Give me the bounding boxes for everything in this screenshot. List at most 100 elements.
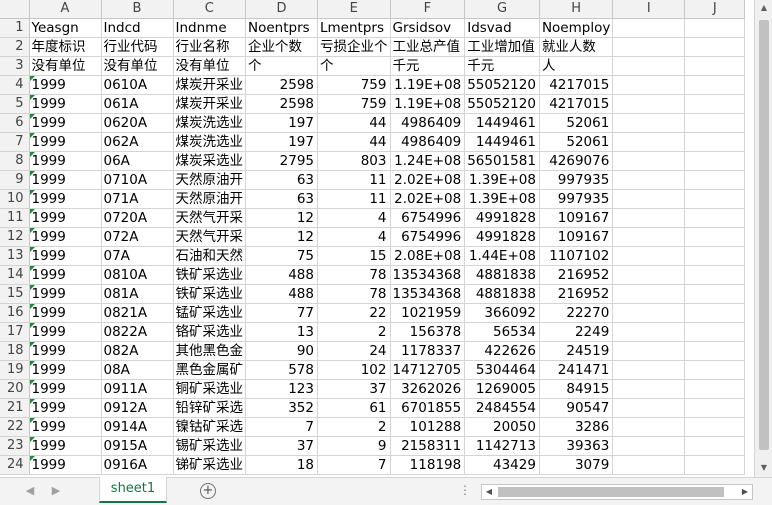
scroll-up-arrow-icon[interactable]: ▲	[755, 0, 772, 16]
row-header[interactable]: 16	[0, 303, 30, 323]
cell[interactable]: 没有单位	[173, 56, 246, 76]
cell[interactable]: 52061	[539, 113, 614, 133]
cell[interactable]: 081A	[101, 284, 174, 304]
cell[interactable]: 2598	[245, 94, 318, 114]
column-header[interactable]: C	[173, 0, 246, 19]
vertical-scroll-thumb[interactable]	[759, 20, 769, 450]
cell[interactable]	[612, 151, 686, 171]
cell[interactable]	[612, 170, 686, 190]
cell[interactable]: 061A	[101, 94, 174, 114]
cell[interactable]: 1999	[29, 379, 102, 399]
cell[interactable]: 1999	[29, 189, 102, 209]
cell[interactable]: 0912A	[101, 398, 174, 418]
cell[interactable]: 2484554	[464, 398, 540, 418]
cell[interactable]	[612, 303, 686, 323]
cell[interactable]: 22	[317, 303, 391, 323]
cell[interactable]: 4991828	[464, 227, 540, 247]
column-header[interactable]: E	[317, 0, 391, 19]
cell[interactable]: 4986409	[390, 113, 466, 133]
cell[interactable]: Idsvad	[464, 18, 540, 38]
cell[interactable]: 天然气开采	[173, 208, 246, 228]
row-header[interactable]: 5	[0, 94, 30, 114]
cell[interactable]: 年度标识	[29, 37, 102, 57]
cell[interactable]: Yeasgn	[29, 18, 102, 38]
cell[interactable]: 2795	[245, 151, 318, 171]
cell[interactable]: 997935	[539, 170, 614, 190]
cell[interactable]	[684, 227, 746, 247]
cell[interactable]	[684, 360, 746, 380]
cell[interactable]: 1269005	[464, 379, 540, 399]
row-header[interactable]: 21	[0, 398, 30, 418]
select-all-corner[interactable]	[0, 0, 30, 19]
cell[interactable]: 11	[317, 189, 391, 209]
cell[interactable]: 1999	[29, 132, 102, 152]
cell[interactable]	[684, 170, 746, 190]
cell[interactable]: 铅锌矿采选	[173, 398, 246, 418]
cell[interactable]	[612, 284, 686, 304]
horizontal-scrollbar[interactable]: ◀ ▶	[481, 484, 753, 500]
row-header[interactable]: 3	[0, 56, 30, 76]
cell[interactable]: 109167	[539, 227, 614, 247]
cell[interactable]: 亏损企业个	[317, 37, 391, 57]
cell[interactable]: 803	[317, 151, 391, 171]
next-sheet-icon[interactable]: ▶	[48, 482, 64, 500]
cell[interactable]: 0821A	[101, 303, 174, 323]
cell[interactable]: 18	[245, 455, 318, 475]
cell[interactable]: 0916A	[101, 455, 174, 475]
cell[interactable]: 2	[317, 417, 391, 437]
cell[interactable]: 5304464	[464, 360, 540, 380]
cell[interactable]: 12	[245, 208, 318, 228]
row-header[interactable]: 18	[0, 341, 30, 361]
cell[interactable]: 63	[245, 170, 318, 190]
column-header[interactable]: I	[612, 0, 686, 19]
cell[interactable]: 1178337	[390, 341, 466, 361]
cell[interactable]: 52061	[539, 132, 614, 152]
cell[interactable]	[684, 113, 746, 133]
cell[interactable]: 1.24E+08	[390, 151, 466, 171]
row-header[interactable]: 12	[0, 227, 30, 247]
row-header[interactable]: 8	[0, 151, 30, 171]
cell[interactable]: 84915	[539, 379, 614, 399]
cell[interactable]: 63	[245, 189, 318, 209]
row-header[interactable]: 20	[0, 379, 30, 399]
cell[interactable]: 156378	[390, 322, 466, 342]
cell[interactable]	[612, 208, 686, 228]
cell[interactable]: 4991828	[464, 208, 540, 228]
cell[interactable]: 997935	[539, 189, 614, 209]
cell[interactable]: 488	[245, 265, 318, 285]
tab-splitter-handle[interactable]: ⋮	[459, 483, 472, 497]
cell[interactable]: 1.19E+08	[390, 75, 466, 95]
cell[interactable]	[684, 455, 746, 475]
cell[interactable]: 3262026	[390, 379, 466, 399]
cell[interactable]: 0610A	[101, 75, 174, 95]
cell[interactable]: 7	[317, 455, 391, 475]
cell[interactable]: 90547	[539, 398, 614, 418]
scroll-down-arrow-icon[interactable]: ▼	[755, 460, 772, 476]
cell[interactable]: 123	[245, 379, 318, 399]
cell[interactable]: 43429	[464, 455, 540, 475]
cell[interactable]: 13534368	[390, 265, 466, 285]
row-header[interactable]: 23	[0, 436, 30, 456]
column-header[interactable]: A	[29, 0, 102, 19]
cell[interactable]: 煤炭洗选业	[173, 113, 246, 133]
row-header[interactable]: 2	[0, 37, 30, 57]
cell[interactable]	[684, 322, 746, 342]
cell[interactable]: 行业名称	[173, 37, 246, 57]
row-header[interactable]: 7	[0, 132, 30, 152]
cell[interactable]: 44	[317, 113, 391, 133]
cell[interactable]: 37	[317, 379, 391, 399]
cell[interactable]: 1999	[29, 303, 102, 323]
cell[interactable]	[684, 303, 746, 323]
cell[interactable]: 煤炭开采业	[173, 75, 246, 95]
cell[interactable]	[612, 94, 686, 114]
cell[interactable]: 1999	[29, 322, 102, 342]
row-header[interactable]: 9	[0, 170, 30, 190]
cell[interactable]: 1999	[29, 436, 102, 456]
cell[interactable]	[684, 56, 746, 76]
cell[interactable]: 44	[317, 132, 391, 152]
cell[interactable]: 37	[245, 436, 318, 456]
cell[interactable]: 78	[317, 284, 391, 304]
cell[interactable]: 241471	[539, 360, 614, 380]
cell[interactable]: 千元	[464, 56, 540, 76]
cell[interactable]	[684, 398, 746, 418]
